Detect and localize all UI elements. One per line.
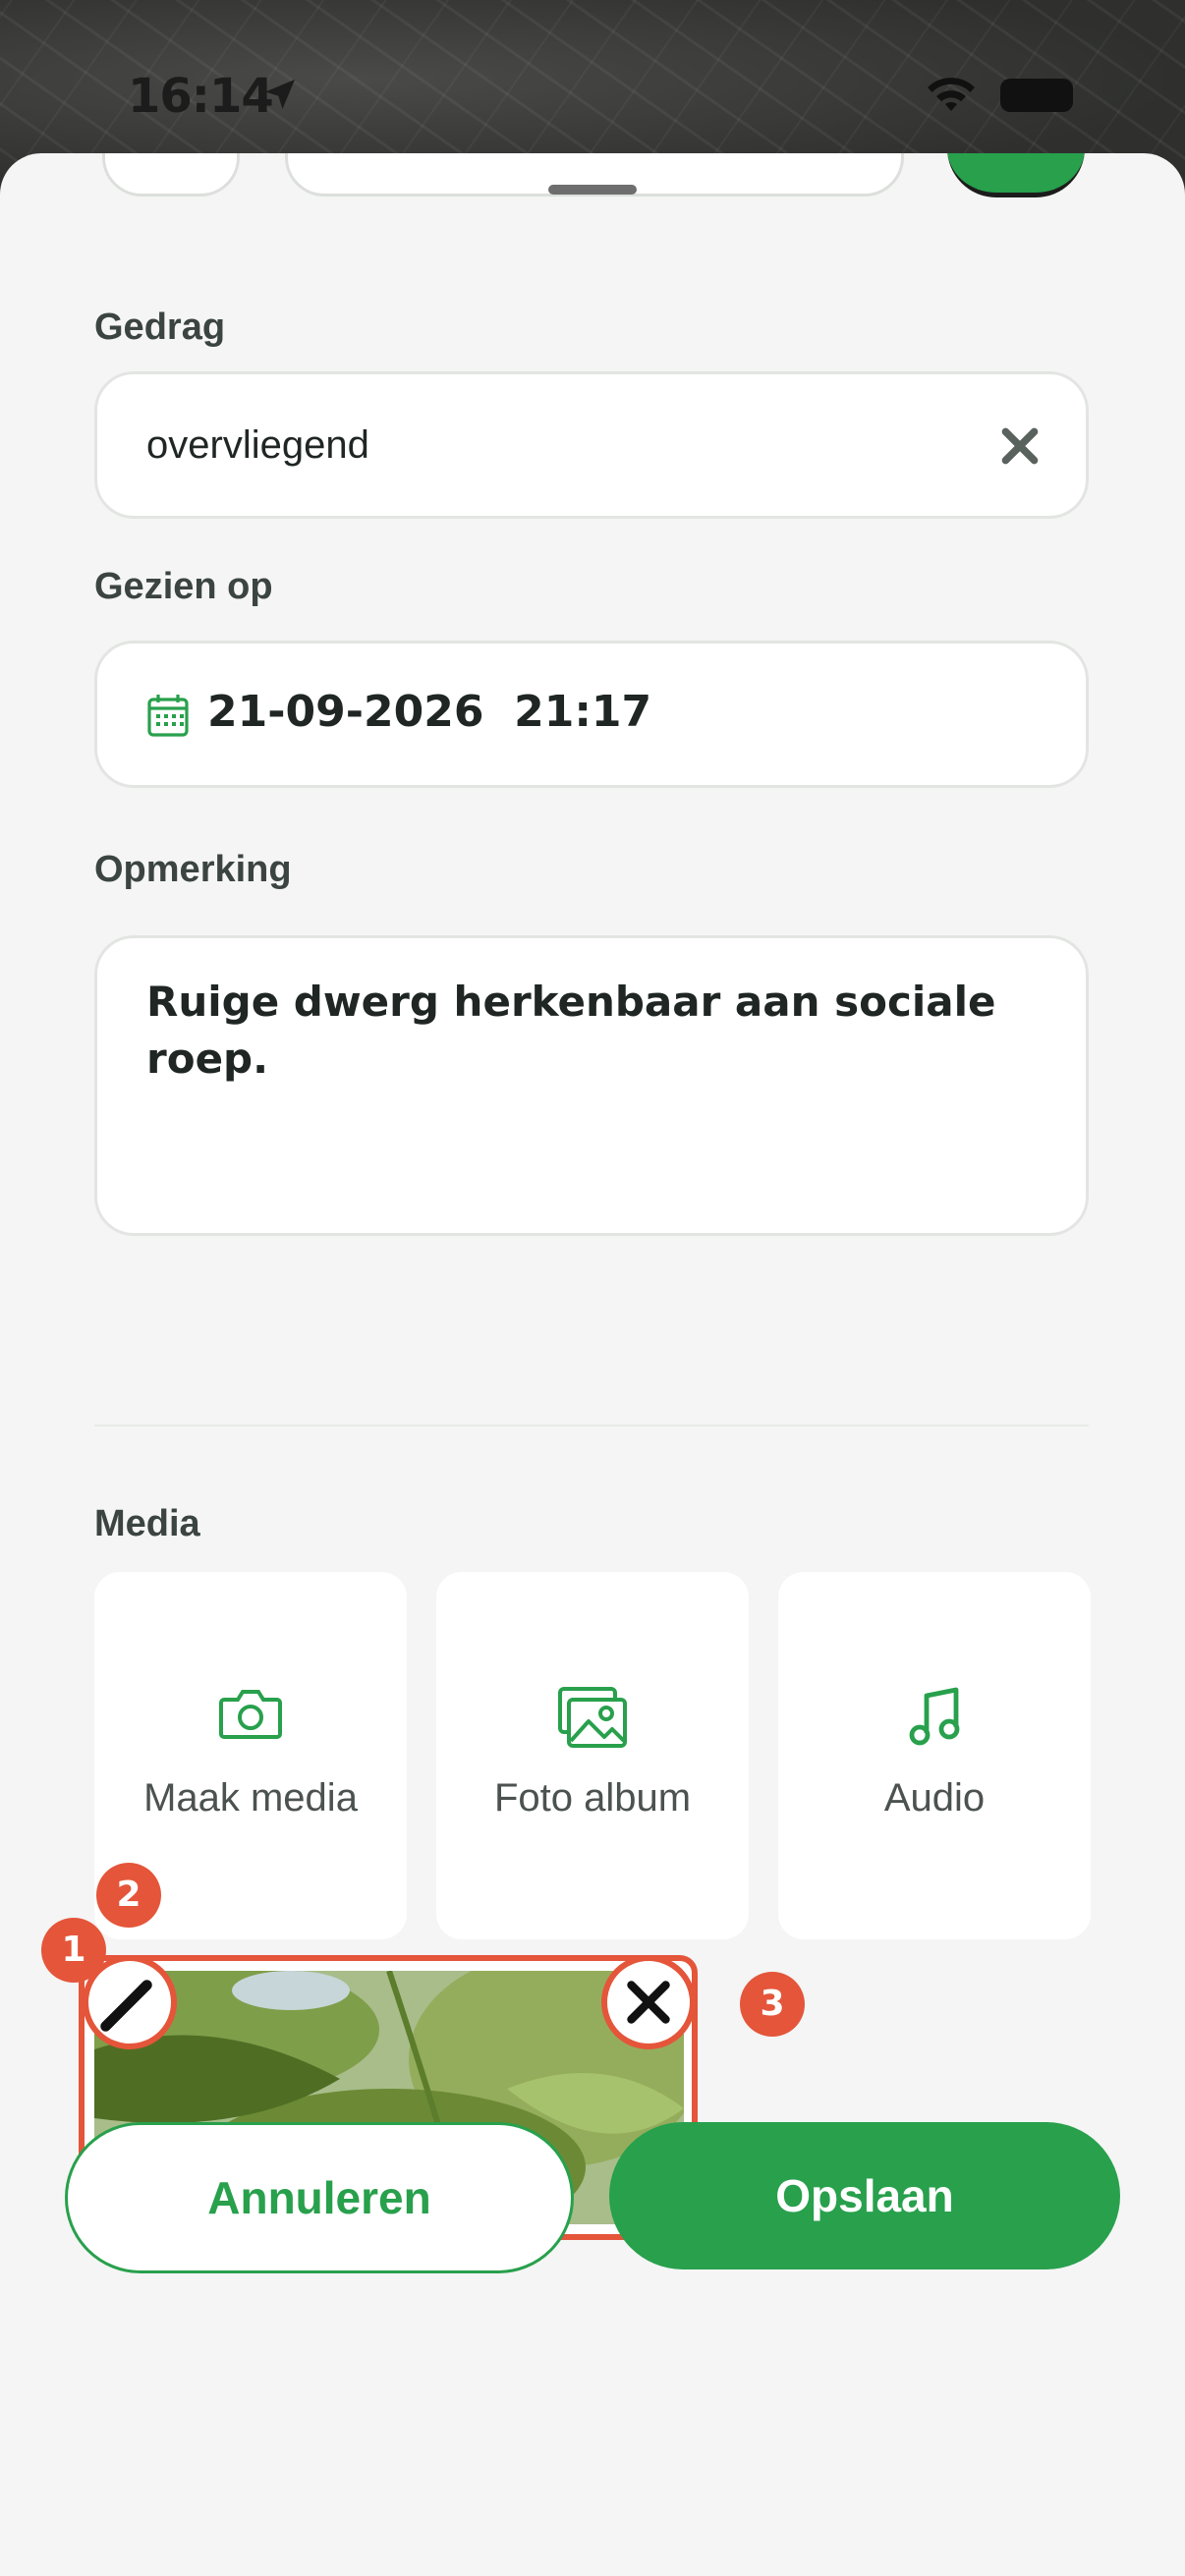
clear-icon[interactable] [995,421,1044,471]
annotation-badge-3: 3 [740,1972,805,2037]
gezien-op-label: Gezien op [94,566,273,607]
photo-album-icon [558,1687,627,1748]
take-media-label: Maak media [143,1776,358,1820]
date-value: 21-09-2026 [207,687,484,737]
gedrag-label: Gedrag [94,307,226,348]
pencil-icon [100,1980,152,2032]
calendar-icon [147,695,189,737]
photo-album-label: Foto album [493,1776,692,1820]
opmerking-value: Ruige dwerg herkenbaar aan sociale roep. [146,978,996,1083]
bottom-sheet: Gedrag overvliegend Gezien op 21-09-2026… [0,153,1185,2576]
cancel-button[interactable]: Annuleren [65,2122,574,2273]
time-value: 21:17 [514,687,652,737]
audio-label: Audio [883,1776,986,1820]
wifi-icon [928,78,975,111]
peek-field-left [102,153,240,196]
date-time-field[interactable]: 21-09-2026 21:17 [94,641,1089,788]
save-button[interactable]: Opslaan [609,2122,1120,2269]
photo-album-button[interactable]: Foto album [436,1572,749,1939]
peek-button-right[interactable] [947,153,1085,197]
battery-icon [1000,79,1073,112]
section-divider [94,1425,1089,1427]
media-label: Media [94,1503,200,1544]
sheet-grabber[interactable] [548,185,637,195]
status-bar: 16:14 [0,0,1185,147]
camera-icon [219,1690,282,1739]
location-arrow-icon [265,80,295,109]
status-time: 16:14 [128,69,274,124]
annotation-badge-2: 2 [96,1863,161,1928]
close-icon [627,1981,670,2024]
remove-media-button[interactable] [601,1955,696,2049]
audio-button[interactable]: Audio [778,1572,1091,1939]
gedrag-value: overvliegend [146,423,369,467]
annotation-badge-1: 1 [41,1918,106,1983]
gedrag-field[interactable]: overvliegend [94,371,1089,519]
date-time-value: 21-09-2026 21:17 [207,687,651,737]
opmerking-label: Opmerking [94,849,292,890]
opmerking-textarea[interactable]: Ruige dwerg herkenbaar aan sociale roep. [94,935,1089,1236]
music-note-icon [909,1687,960,1746]
